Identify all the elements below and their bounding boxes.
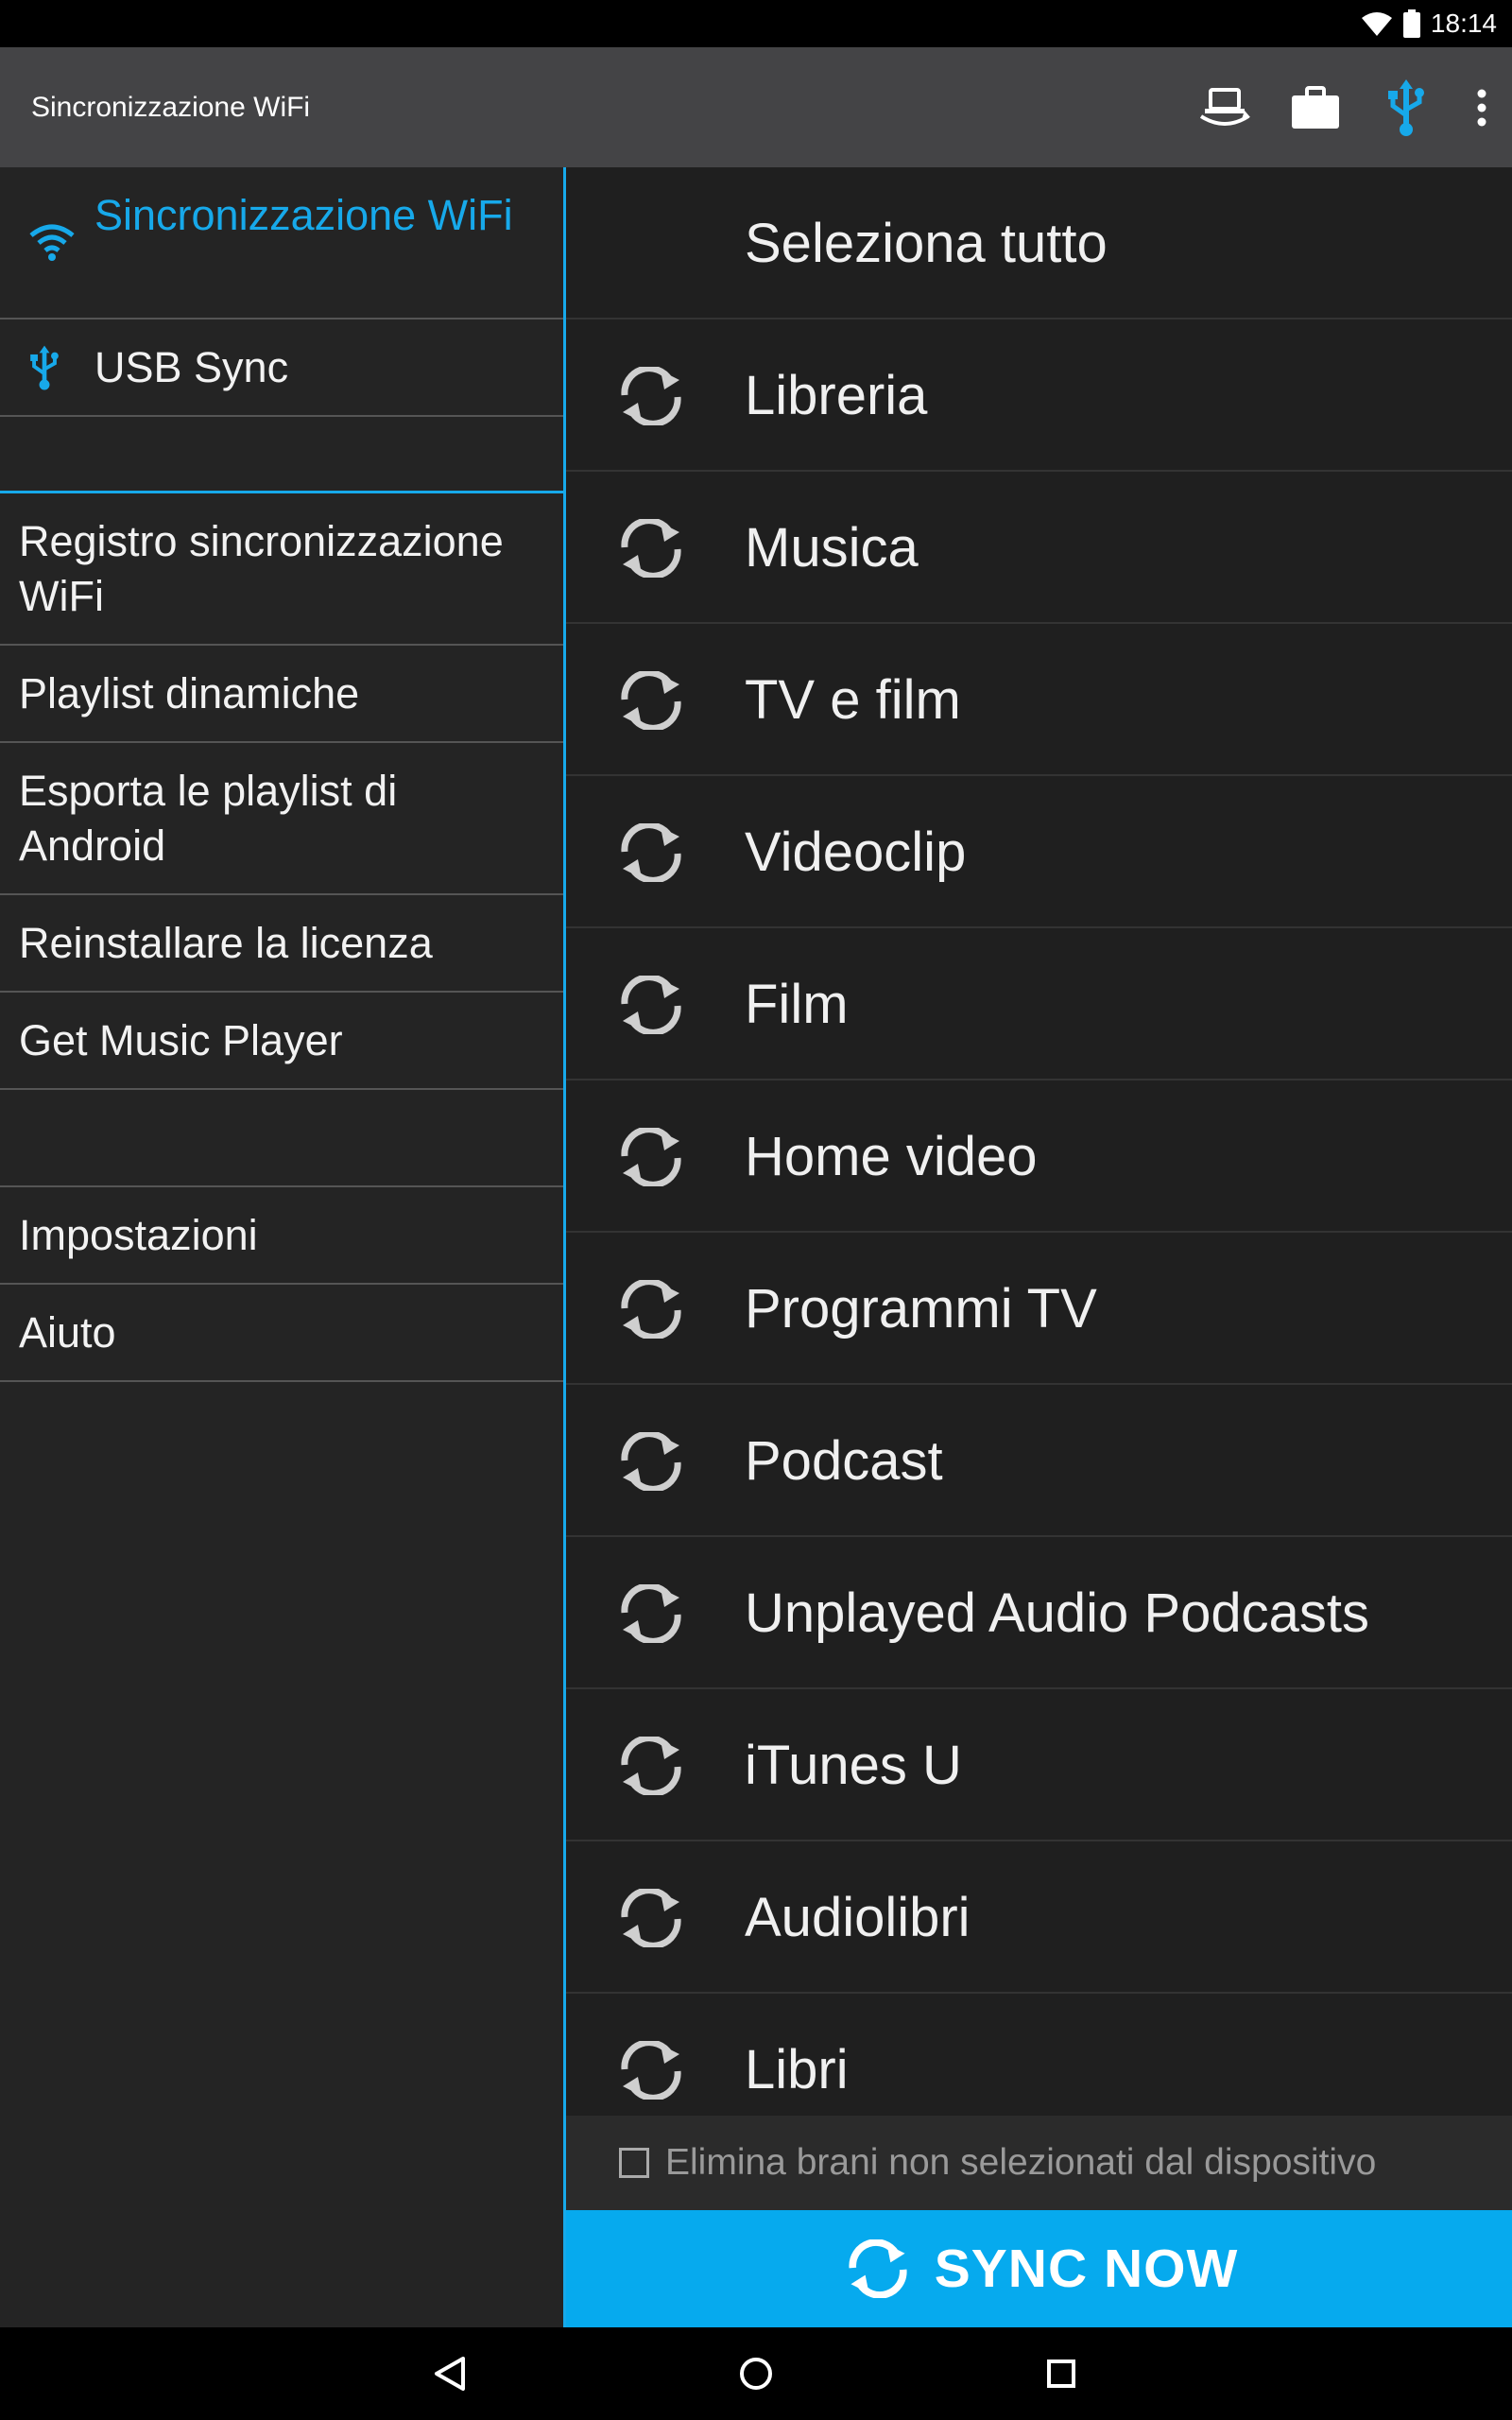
sync-now-button[interactable]: SYNC NOW: [566, 2210, 1512, 2327]
wifi-icon: [29, 224, 75, 261]
sidebar: Sincronizzazione WiFi USB Sync Registro …: [0, 167, 563, 2327]
list-item-label: Musica: [745, 517, 919, 579]
home-button[interactable]: [699, 2327, 813, 2420]
list-item-label: Unplayed Audio Podcasts: [745, 1582, 1369, 1644]
briefcase-button[interactable]: [1270, 47, 1361, 167]
sync-icon: [849, 2239, 907, 2298]
list-item-label: Film: [745, 974, 849, 1035]
select-all-label: Seleziona tutto: [745, 213, 1108, 274]
overflow-menu-button[interactable]: [1452, 47, 1512, 167]
sidebar-item-export-playlists[interactable]: Esporta le playlist di Android: [0, 743, 563, 895]
list-item-label: Libreria: [745, 365, 928, 426]
recents-button[interactable]: [1005, 2327, 1118, 2420]
battery-icon: [1402, 9, 1420, 38]
list-item-label: TV e film: [745, 669, 961, 731]
list-item[interactable]: Libreria: [566, 320, 1512, 472]
sidebar-item-label: Aiuto: [19, 1308, 116, 1357]
list-item-label: Home video: [745, 1126, 1038, 1187]
device-sync-icon: [1199, 87, 1250, 126]
sync-icon: [621, 1584, 681, 1643]
app-title: Sincronizzazione WiFi: [31, 92, 311, 123]
sidebar-item-get-music-player[interactable]: Get Music Player: [0, 993, 563, 1090]
list-item[interactable]: Home video: [566, 1080, 1512, 1233]
sync-icon: [621, 823, 681, 882]
sync-icon: [621, 1889, 681, 1947]
sync-icon: [621, 1432, 681, 1491]
back-button[interactable]: [392, 2327, 506, 2420]
sidebar-item-label: Reinstallare la licenza: [19, 919, 433, 967]
list-item[interactable]: Film: [566, 928, 1512, 1080]
select-all-row[interactable]: Seleziona tutto: [566, 167, 1512, 320]
sidebar-item-settings[interactable]: Impostazioni: [0, 1187, 563, 1285]
app-bar: Sincronizzazione WiFi: [0, 47, 1512, 167]
usb-button[interactable]: [1361, 47, 1452, 167]
sidebar-item-label: Get Music Player: [19, 1016, 343, 1064]
sidebar-spacer: [0, 1090, 563, 1187]
sync-now-label: SYNC NOW: [934, 2238, 1239, 2299]
list-item[interactable]: Unplayed Audio Podcasts: [566, 1537, 1512, 1689]
sidebar-item-reinstall-license[interactable]: Reinstallare la licenza: [0, 895, 563, 993]
list-item-label: Programmi TV: [745, 1278, 1097, 1340]
sync-icon: [621, 367, 681, 425]
system-nav-bar: [0, 2327, 1512, 2420]
list-item-label: Videoclip: [745, 821, 967, 883]
list-item[interactable]: Audiolibri: [566, 1841, 1512, 1994]
sidebar-item-label: USB Sync: [94, 343, 289, 391]
list-item[interactable]: Programmi TV: [566, 1233, 1512, 1385]
sidebar-item-wifi-sync-log[interactable]: Registro sincronizzazione WiFi: [0, 493, 563, 646]
sidebar-item-help[interactable]: Aiuto: [0, 1285, 563, 1382]
usb-icon: [1388, 78, 1424, 136]
overflow-menu-icon: [1477, 89, 1486, 126]
device-sync-button[interactable]: [1179, 47, 1270, 167]
list-item-label: iTunes U: [745, 1735, 962, 1796]
sync-icon: [621, 671, 681, 730]
sync-icon: [621, 519, 681, 578]
status-bar: 18:14: [0, 0, 1512, 47]
sidebar-item-label: Playlist dinamiche: [19, 669, 360, 717]
sidebar-item-label: Impostazioni: [19, 1211, 258, 1259]
sidebar-item-usb-sync[interactable]: USB Sync: [0, 320, 563, 417]
sync-icon: [621, 1128, 681, 1186]
recents-icon: [1047, 2360, 1075, 2388]
status-time: 18:14: [1430, 9, 1497, 38]
sidebar-item-label: Esporta le playlist di Android: [19, 767, 398, 870]
briefcase-icon: [1292, 85, 1339, 129]
home-icon: [740, 2358, 772, 2390]
sidebar-divider: [0, 417, 563, 493]
sync-icon: [621, 1280, 681, 1339]
list-item[interactable]: Musica: [566, 472, 1512, 624]
sync-content-list: Seleziona tutto Libreria Musica TV e film V…: [566, 167, 1512, 2327]
sidebar-item-label: Registro sincronizzazione WiFi: [19, 517, 504, 620]
list-item[interactable]: Videoclip: [566, 776, 1512, 928]
sync-icon: [621, 2041, 681, 2100]
list-item[interactable]: iTunes U: [566, 1689, 1512, 1841]
sync-icon: [621, 1737, 681, 1795]
delete-unselected-checkbox[interactable]: [619, 2148, 649, 2178]
list-item-label: Audiolibri: [745, 1887, 971, 1948]
back-icon: [435, 2357, 465, 2391]
list-item-label: Podcast: [745, 1430, 943, 1492]
sidebar-item-wifi-sync[interactable]: Sincronizzazione WiFi: [0, 167, 563, 320]
list-item[interactable]: TV e film: [566, 624, 1512, 776]
sidebar-item-dynamic-playlists[interactable]: Playlist dinamiche: [0, 646, 563, 743]
delete-unselected-label: Elimina brani non selezionati dal dispos…: [665, 2142, 1377, 2183]
wifi-signal-icon: [1361, 12, 1392, 36]
list-item[interactable]: Podcast: [566, 1385, 1512, 1537]
usb-icon: [30, 345, 59, 390]
delete-unselected-option[interactable]: Elimina brani non selezionati dal dispos…: [566, 2116, 1512, 2210]
sync-icon: [621, 976, 681, 1034]
sidebar-item-label: Sincronizzazione WiFi: [94, 191, 513, 239]
